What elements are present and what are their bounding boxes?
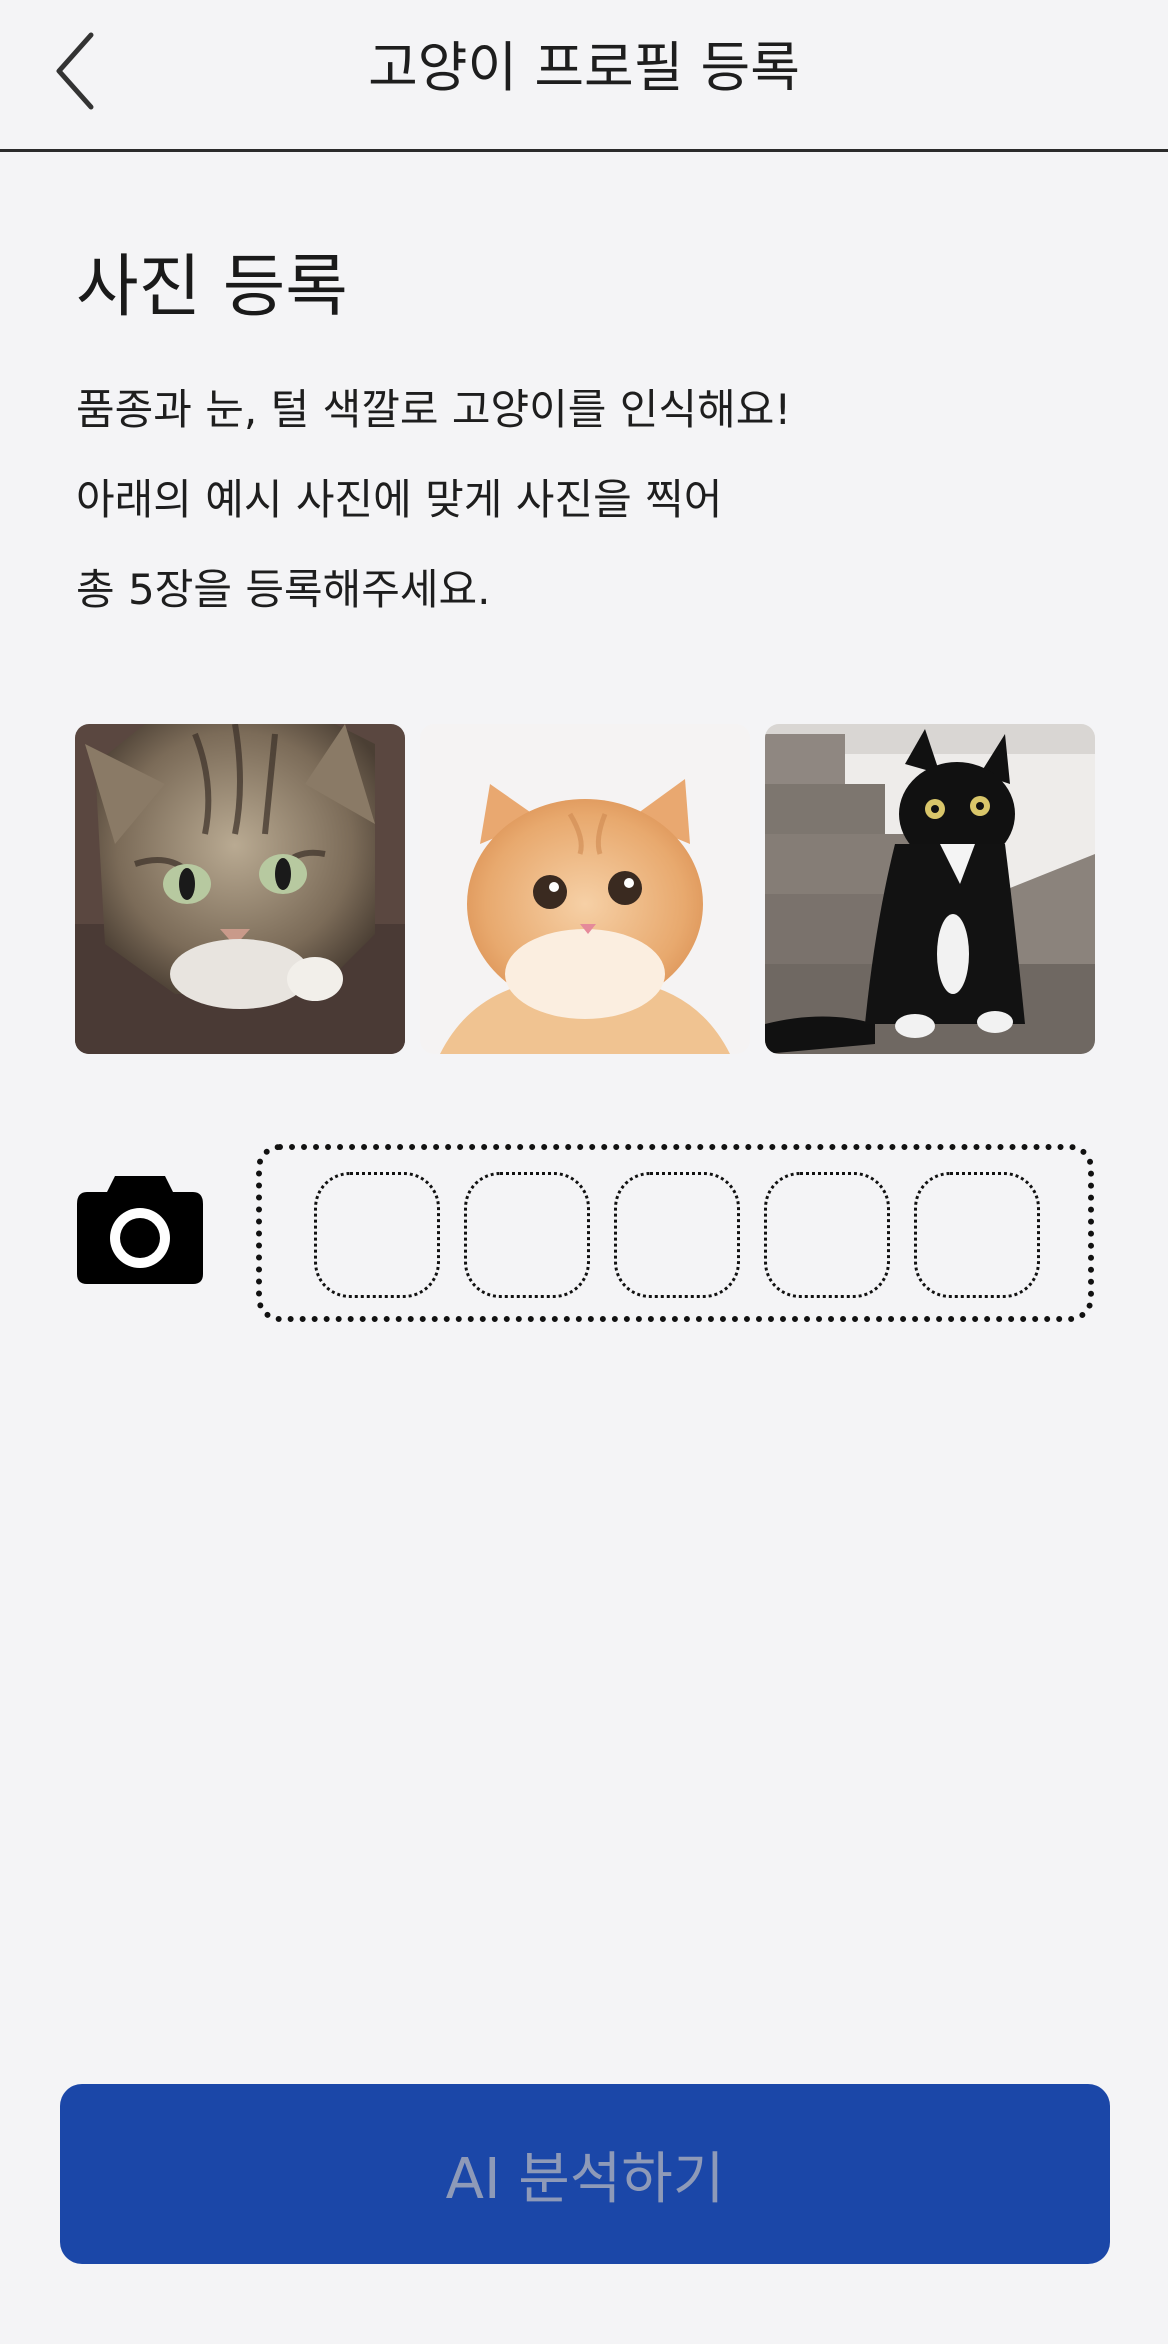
example-photo-tabby-cat [75, 724, 405, 1054]
camera-button[interactable] [75, 1170, 205, 1286]
top-app-bar: 고양이 프로필 등록 [0, 0, 1168, 152]
example-photo-orange-cat [420, 724, 750, 1054]
section-title: 사진 등록 [76, 248, 348, 327]
ai-analyze-button[interactable]: AI 분석하기 [60, 2084, 1110, 2264]
camera-icon [77, 1176, 203, 1284]
photo-slot-2[interactable] [464, 1172, 590, 1298]
photo-slot-3[interactable] [614, 1172, 740, 1298]
cat-profile-registration-screen: 고양이 프로필 등록 사진 등록 품종과 눈, 털 색깔로 고양이를 인식해요!… [0, 0, 1168, 2344]
description-line: 총 5장을 등록해주세요. [76, 565, 491, 614]
example-photo-tuxedo-cat [765, 724, 1095, 1054]
photo-slot-5[interactable] [914, 1172, 1040, 1298]
photo-slot-1[interactable] [314, 1172, 440, 1298]
description-line: 아래의 예시 사진에 맞게 사진을 찍어 [76, 475, 723, 524]
photo-slots-container [256, 1144, 1094, 1322]
description-line: 품종과 눈, 털 색깔로 고양이를 인식해요! [76, 385, 792, 434]
photo-slot-4[interactable] [764, 1172, 890, 1298]
page-title: 고양이 프로필 등록 [368, 36, 800, 99]
